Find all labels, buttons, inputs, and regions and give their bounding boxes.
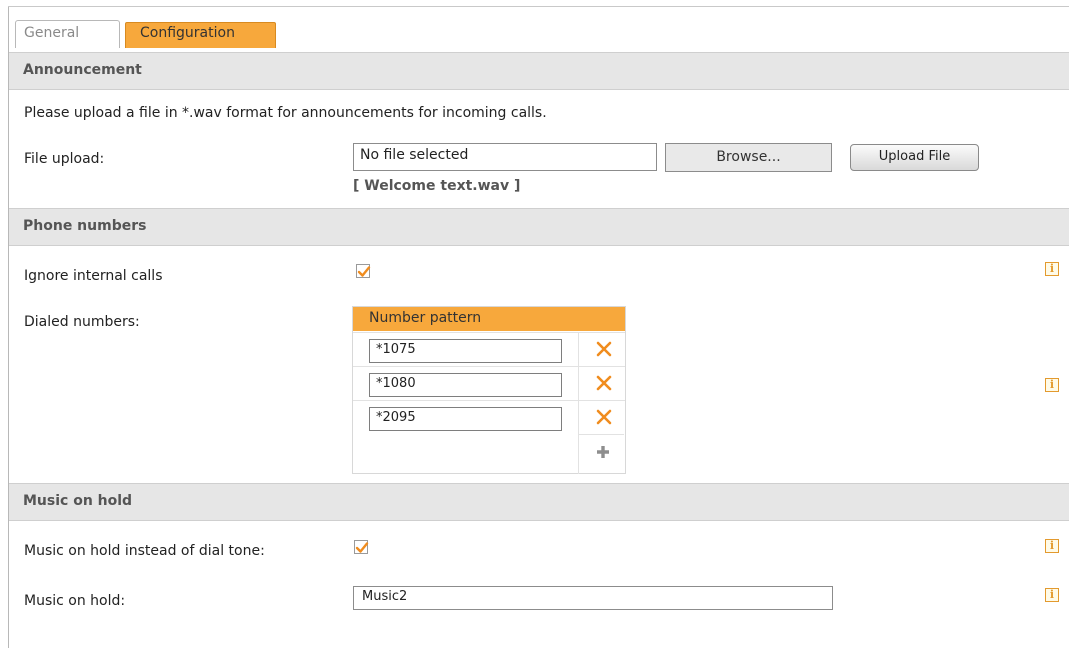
music-on-hold-instead-checkbox[interactable] xyxy=(354,540,369,554)
check-icon xyxy=(357,266,371,277)
table-row: *2095 xyxy=(353,400,579,434)
tab-general[interactable]: General xyxy=(15,20,120,48)
dialed-numbers-label: Dialed numbers: xyxy=(24,314,140,330)
music-on-hold-field[interactable]: Music2 xyxy=(353,586,833,610)
check-icon xyxy=(355,542,369,553)
current-file-name: [ Welcome text.wav ] xyxy=(353,178,521,194)
add-icon[interactable] xyxy=(595,444,611,460)
table-row: *1080 xyxy=(353,366,579,400)
delete-cell xyxy=(579,332,625,366)
ignore-internal-calls-label: Ignore internal calls xyxy=(24,268,163,284)
number-pattern-input[interactable]: *1080 xyxy=(369,373,562,397)
info-icon[interactable]: i xyxy=(1045,262,1059,276)
page-left-border xyxy=(8,6,9,648)
tab-bar: General Configuration xyxy=(8,6,1069,48)
info-icon[interactable]: i xyxy=(1045,378,1059,392)
tab-configuration[interactable]: Configuration xyxy=(125,22,276,48)
music-on-hold-label: Music on hold: xyxy=(24,593,126,609)
info-icon[interactable]: i xyxy=(1045,539,1059,553)
section-header-announcement: Announcement xyxy=(9,52,1069,90)
section-header-music-on-hold: Music on hold xyxy=(9,483,1069,521)
table-row: *1075 xyxy=(353,332,579,366)
number-pattern-column-header: Number pattern xyxy=(353,307,625,331)
delete-cell xyxy=(579,366,625,400)
file-upload-field[interactable]: No file selected xyxy=(353,143,657,171)
section-header-phone-numbers: Phone numbers xyxy=(9,208,1069,246)
number-pattern-input[interactable]: *2095 xyxy=(369,407,562,431)
info-icon[interactable]: i xyxy=(1045,588,1059,602)
upload-file-button[interactable]: Upload File xyxy=(850,144,979,171)
announcement-description: Please upload a file in *.wav format for… xyxy=(24,105,547,121)
delete-icon[interactable] xyxy=(595,340,613,358)
music-on-hold-instead-label: Music on hold instead of dial tone: xyxy=(24,543,265,559)
delete-icon[interactable] xyxy=(595,408,613,426)
browse-button[interactable]: Browse... xyxy=(665,143,832,172)
number-pattern-table: Number pattern *1075 *1080 *2095 xyxy=(352,306,626,474)
delete-cell xyxy=(579,400,625,434)
number-pattern-input[interactable]: *1075 xyxy=(369,339,562,363)
add-cell xyxy=(578,434,624,474)
delete-icon[interactable] xyxy=(595,374,613,392)
ignore-internal-calls-checkbox[interactable] xyxy=(356,264,371,278)
file-upload-label: File upload: xyxy=(24,151,105,167)
